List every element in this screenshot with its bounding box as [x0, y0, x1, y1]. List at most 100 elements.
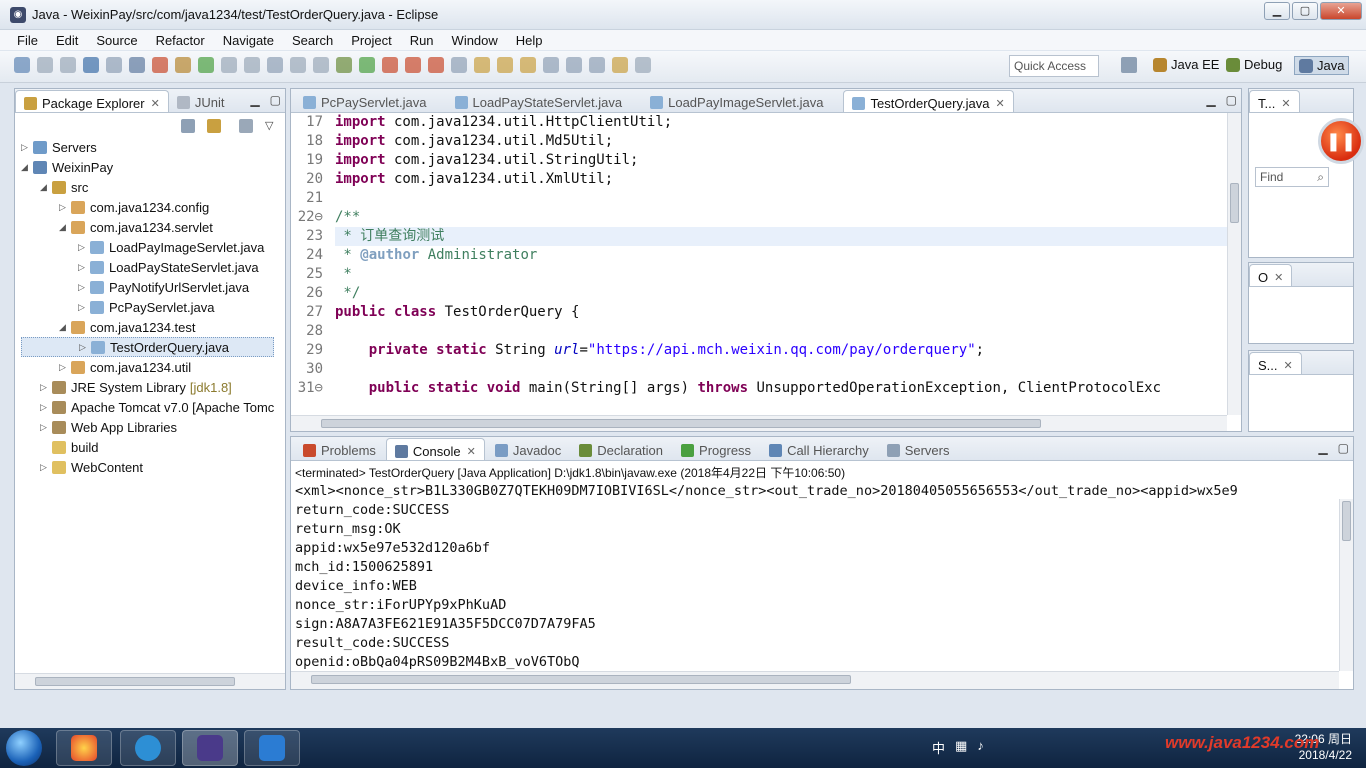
- toolbar-icon[interactable]: [497, 57, 513, 73]
- open-perspective-icon[interactable]: [1121, 57, 1137, 73]
- minimize-icon[interactable]: ▁: [1206, 93, 1215, 107]
- tab-javadoc[interactable]: Javadoc: [487, 438, 569, 460]
- close-button[interactable]: ✕: [1320, 2, 1362, 20]
- close-icon[interactable]: ✕: [995, 97, 1004, 110]
- menu-source[interactable]: Source: [87, 33, 146, 48]
- menu-help[interactable]: Help: [507, 33, 552, 48]
- menu-project[interactable]: Project: [342, 33, 400, 48]
- tab-call-hierarchy[interactable]: Call Hierarchy: [761, 438, 877, 460]
- menu-file[interactable]: File: [8, 33, 47, 48]
- toolbar-icon[interactable]: [221, 57, 237, 73]
- close-icon[interactable]: ✕: [467, 445, 476, 458]
- expand-arrow-icon[interactable]: ◢: [59, 222, 71, 233]
- expand-arrow-icon[interactable]: ▷: [40, 402, 52, 413]
- toolbar-icon[interactable]: [382, 57, 398, 73]
- expand-arrow-icon[interactable]: ▷: [40, 422, 52, 433]
- hscroll-thumb[interactable]: [35, 677, 235, 686]
- toolbar-icon[interactable]: [244, 57, 260, 73]
- toolbar-icon[interactable]: [152, 57, 168, 73]
- tree-item[interactable]: ▷ Web App Libraries: [21, 417, 274, 437]
- toolbar-icon[interactable]: [83, 57, 99, 73]
- code-editor[interactable]: 17 import com.java1234.util.HttpClientUti…: [291, 113, 1227, 415]
- perspective-java[interactable]: Java: [1294, 56, 1350, 75]
- toolbar-icon[interactable]: [37, 57, 53, 73]
- toolbar-icon[interactable]: [474, 57, 490, 73]
- toolbar-icon[interactable]: [175, 57, 191, 73]
- toolbar-icon[interactable]: [428, 57, 444, 73]
- chevron-down-icon[interactable]: ▽: [265, 119, 273, 133]
- toolbar-icon[interactable]: [60, 57, 76, 73]
- tab-declaration[interactable]: Declaration: [571, 438, 671, 460]
- console-output[interactable]: <xml><nonce_str>B1L330GB0Z7QTEKH09DM7IOB…: [295, 482, 1333, 671]
- network-icon[interactable]: ▦: [955, 738, 967, 757]
- toolbar-icon[interactable]: [106, 57, 122, 73]
- menu-refactor[interactable]: Refactor: [147, 33, 214, 48]
- tab-task-list[interactable]: T... ✕: [1249, 90, 1300, 112]
- start-button[interactable]: [6, 730, 42, 766]
- expand-arrow-icon[interactable]: ▷: [78, 302, 90, 313]
- tree-item[interactable]: ▷ com.java1234.config: [21, 197, 274, 217]
- tab-servers[interactable]: Servers: [879, 438, 958, 460]
- tree-item[interactable]: ▷ Apache Tomcat v7.0 [Apache Tomc: [21, 397, 274, 417]
- toolbar-icon[interactable]: [14, 57, 30, 73]
- collapse-all-icon[interactable]: [181, 119, 195, 133]
- close-icon[interactable]: ✕: [1281, 97, 1290, 110]
- tree-item[interactable]: ▷ TestOrderQuery.java: [21, 337, 275, 357]
- expand-arrow-icon[interactable]: ▷: [78, 262, 90, 273]
- tree-item[interactable]: ◢ src: [21, 177, 274, 197]
- perspective-debug[interactable]: Debug: [1226, 57, 1282, 72]
- taskbar-app-2[interactable]: [120, 730, 176, 766]
- expand-arrow-icon[interactable]: ▷: [59, 362, 71, 373]
- expand-arrow-icon[interactable]: ◢: [21, 162, 33, 173]
- expand-arrow-icon[interactable]: ◢: [59, 322, 71, 333]
- tree-item[interactable]: ◢ WeixinPay: [21, 157, 274, 177]
- tab-junit[interactable]: JUnit: [169, 90, 233, 112]
- editor-tab[interactable]: LoadPayImageServlet.java: [642, 90, 831, 112]
- toolbar-icon[interactable]: [566, 57, 582, 73]
- tree-item[interactable]: build: [21, 437, 274, 457]
- toolbar-icon[interactable]: [520, 57, 536, 73]
- minimize-button[interactable]: ▁: [1264, 2, 1290, 20]
- close-icon[interactable]: ✕: [151, 97, 160, 110]
- volume-icon[interactable]: ♪: [977, 738, 984, 757]
- toolbar-icon[interactable]: [290, 57, 306, 73]
- taskbar-app-4[interactable]: [244, 730, 300, 766]
- close-icon[interactable]: ✕: [1274, 271, 1283, 284]
- maximize-icon[interactable]: ▢: [1226, 93, 1237, 107]
- tab-progress[interactable]: Progress: [673, 438, 759, 460]
- toolbar-icon[interactable]: [612, 57, 628, 73]
- expand-arrow-icon[interactable]: ▷: [78, 282, 90, 293]
- menu-edit[interactable]: Edit: [47, 33, 87, 48]
- close-icon[interactable]: ✕: [1284, 359, 1293, 372]
- hscroll-thumb[interactable]: [321, 419, 1041, 428]
- expand-arrow-icon[interactable]: ▷: [40, 382, 52, 393]
- tree-item[interactable]: ◢ com.java1234.servlet: [21, 217, 274, 237]
- expand-arrow-icon[interactable]: ◢: [40, 182, 52, 193]
- toolbar-icon[interactable]: [129, 57, 145, 73]
- expand-arrow-icon[interactable]: ▷: [21, 142, 33, 153]
- toolbar-icon[interactable]: [451, 57, 467, 73]
- ime-icon[interactable]: 中: [932, 738, 945, 757]
- tree-item[interactable]: ▷ JRE System Library [jdk1.8]: [21, 377, 274, 397]
- link-editor-icon[interactable]: [207, 119, 221, 133]
- find-input[interactable]: Find ⌕: [1255, 167, 1329, 187]
- taskbar-app-1[interactable]: [56, 730, 112, 766]
- tab-problems[interactable]: Problems: [295, 438, 384, 460]
- toolbar-icon[interactable]: [405, 57, 421, 73]
- toolbar-icon[interactable]: [589, 57, 605, 73]
- toolbar-icon[interactable]: [635, 57, 651, 73]
- tree-item[interactable]: ▷ com.java1234.util: [21, 357, 274, 377]
- quick-access-input[interactable]: Quick Access: [1009, 55, 1099, 77]
- tree-item[interactable]: ▷ PcPayServlet.java: [21, 297, 274, 317]
- minimize-icon[interactable]: ▁: [1318, 441, 1327, 455]
- console-hscroll[interactable]: [291, 671, 1339, 689]
- editor-hscroll[interactable]: [291, 415, 1227, 431]
- perspective-javaee[interactable]: Java EE: [1153, 57, 1219, 72]
- toolbar-icon[interactable]: [359, 57, 375, 73]
- toolbar-icon[interactable]: [336, 57, 352, 73]
- hscroll-thumb[interactable]: [311, 675, 851, 684]
- tab-outline[interactable]: O ✕: [1249, 264, 1293, 286]
- tab-package-explorer[interactable]: Package Explorer ✕: [15, 90, 169, 112]
- maximize-icon[interactable]: ▢: [270, 93, 281, 107]
- minimize-icon[interactable]: ▁: [250, 93, 259, 107]
